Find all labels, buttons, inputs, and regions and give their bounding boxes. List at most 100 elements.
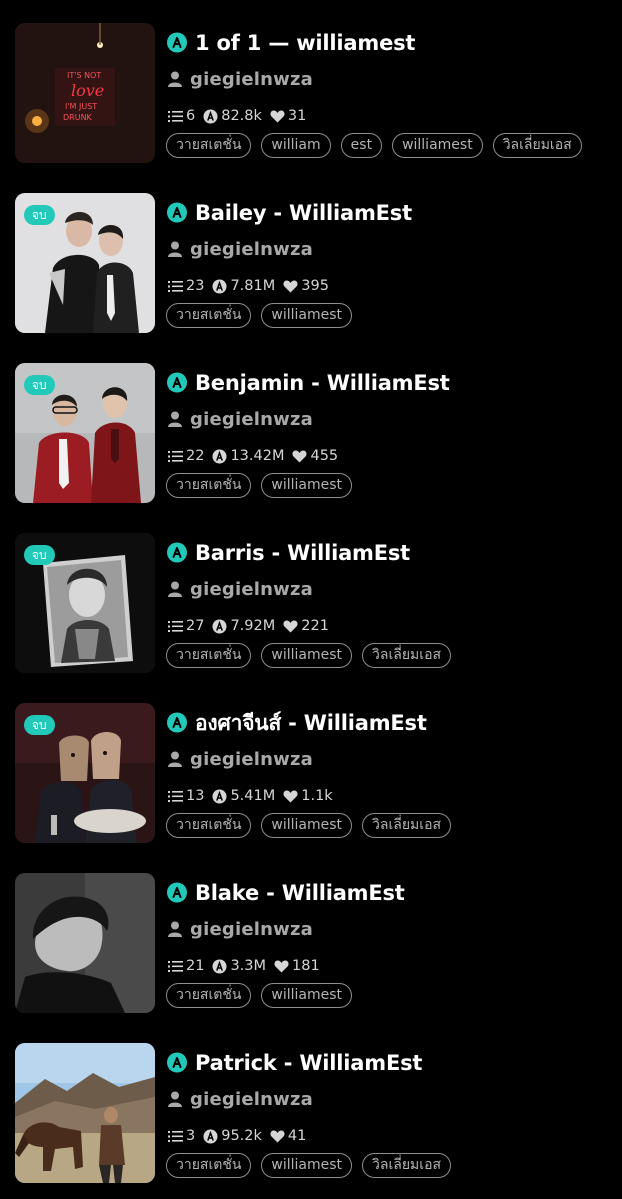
story-title-row[interactable]: 1 of 1 — williamest [166,30,415,56]
tag-list: วายสเตชั่น williamest [166,303,353,328]
completed-badge: จบ [24,205,55,225]
story-title-row[interactable]: Bailey - WilliamEst [166,200,412,226]
story-stats: 22 13.42M 455 [168,446,346,466]
story-title[interactable]: Bailey - WilliamEst [195,201,412,225]
story-title[interactable]: องศาจีนส์ - WilliamEst [195,707,427,740]
read-count-icon [203,109,218,123]
like-count-value: 221 [301,618,329,634]
author-row[interactable]: giegielnwza [168,1087,313,1111]
tag-chip[interactable]: williamest [261,643,353,668]
story-title[interactable]: Barris - WilliamEst [195,541,410,565]
list-icon [168,790,183,802]
view-count: 7.92M [212,618,275,634]
tag-chip[interactable]: williamest [261,473,353,498]
like-count-value: 1.1k [301,788,333,804]
story-stats: 23 7.81M 395 [168,276,337,296]
story-card[interactable]: IT'S NOT love I'M JUST DRUNK 1 of 1 — wi… [0,0,622,170]
author-row[interactable]: giegielnwza [168,917,313,941]
author-row[interactable]: giegielnwza [168,577,313,601]
story-card[interactable]: จบ Benjamin - WilliamEst giegielnwza 22 … [0,340,622,510]
tag-chip[interactable]: วายสเตชั่น [166,813,252,838]
author-name[interactable]: giegielnwza [190,749,313,770]
like-count-value: 31 [287,108,307,124]
tag-list: วายสเตชั่น william est williamest วิลเลี… [166,133,582,158]
tag-chip[interactable]: est [340,133,383,158]
tag-chip[interactable]: williamest [261,983,353,1008]
author-row[interactable]: giegielnwza [168,407,313,431]
author-name[interactable]: giegielnwza [190,919,313,940]
tag-chip[interactable]: williamest [261,1153,353,1178]
tag-chip[interactable]: williamest [392,133,483,158]
story-cover[interactable]: จบ [15,363,155,503]
author-row[interactable]: giegielnwza [168,747,313,771]
read-count-icon [212,449,227,463]
story-title[interactable]: Patrick - WilliamEst [195,1051,422,1075]
tag-chip[interactable]: วายสเตชั่น [166,133,252,158]
chapter-count-value: 27 [186,618,205,634]
story-title[interactable]: 1 of 1 — williamest [195,31,415,55]
chapter-count-value: 13 [186,788,205,804]
story-card[interactable]: จบ Bailey - WilliamEst giegielnwza 23 7.… [0,170,622,340]
story-title-row[interactable]: Benjamin - WilliamEst [166,370,450,396]
story-title-row[interactable]: Patrick - WilliamEst [166,1050,422,1076]
story-title[interactable]: Benjamin - WilliamEst [195,371,450,395]
story-title-row[interactable]: Barris - WilliamEst [166,540,410,566]
tag-list: วายสเตชั่น williamest [166,983,353,1008]
read-count-icon [203,1129,218,1143]
tag-chip[interactable]: วายสเตชั่น [166,983,252,1008]
tag-chip[interactable]: williamest [261,813,353,838]
story-card[interactable]: จบ Barris - WilliamEst giegielnwza 27 7.… [0,510,622,680]
story-cover[interactable]: จบ [15,703,155,843]
view-count: 3.3M [212,958,266,974]
tag-chip[interactable]: วายสเตชั่น [166,303,252,328]
chapter-count: 6 [168,108,195,124]
like-count: 41 [270,1128,306,1144]
paid-story-icon [167,32,187,53]
view-count-value: 3.3M [230,958,267,974]
story-title-row[interactable]: องศาจีนส์ - WilliamEst [166,710,427,736]
tag-chip[interactable]: วิลเลี่ยมเอส [362,813,452,838]
tag-chip[interactable]: วายสเตชั่น [166,1153,252,1178]
tag-chip[interactable]: วิลเลี่ยมเอส [362,1153,452,1178]
user-icon [168,241,182,257]
story-card[interactable]: Blake - WilliamEst giegielnwza 21 3.3M 1… [0,850,622,1020]
author-name[interactable]: giegielnwza [190,1089,313,1110]
tag-chip[interactable]: williamest [261,303,353,328]
tag-chip[interactable]: วิลเลี่ยมเอส [492,133,582,158]
story-cover[interactable]: IT'S NOT love I'M JUST DRUNK [15,23,155,163]
view-count: 13.42M [212,448,284,464]
author-name[interactable]: giegielnwza [190,239,313,260]
story-list: IT'S NOT love I'M JUST DRUNK 1 of 1 — wi… [0,0,622,1199]
tag-chip[interactable]: วายสเตชั่น [166,473,252,498]
like-count: 1.1k [283,788,333,804]
author-name[interactable]: giegielnwza [190,579,313,600]
user-icon [168,921,182,937]
story-card[interactable]: จบ องศาจีนส์ - WilliamEst giegielnwza 13… [0,680,622,850]
list-icon [168,280,183,292]
author-row[interactable]: giegielnwza [168,67,313,91]
paid-story-icon [167,712,187,733]
story-title[interactable]: Blake - WilliamEst [195,881,405,905]
like-count: 455 [292,448,338,464]
story-cover[interactable]: จบ [15,533,155,673]
view-count-value: 7.81M [230,278,276,294]
story-cover[interactable] [15,1043,155,1183]
story-card[interactable]: Patrick - WilliamEst giegielnwza 3 95.2k… [0,1020,622,1190]
view-count: 95.2k [203,1128,262,1144]
cover-man-with-horse [15,1043,155,1183]
story-stats: 21 3.3M 181 [168,956,328,976]
author-row[interactable]: giegielnwza [168,237,313,261]
story-cover[interactable]: จบ [15,193,155,333]
tag-chip[interactable]: วิลเลี่ยมเอส [362,643,452,668]
author-name[interactable]: giegielnwza [190,69,313,90]
like-count-value: 181 [292,958,320,974]
read-count-icon [212,789,227,803]
story-title-row[interactable]: Blake - WilliamEst [166,880,405,906]
user-icon [168,751,182,767]
like-count: 181 [274,958,320,974]
author-name[interactable]: giegielnwza [190,409,313,430]
story-cover[interactable] [15,873,155,1013]
like-count-value: 455 [310,448,339,464]
tag-chip[interactable]: william [261,133,331,158]
tag-chip[interactable]: วายสเตชั่น [166,643,252,668]
